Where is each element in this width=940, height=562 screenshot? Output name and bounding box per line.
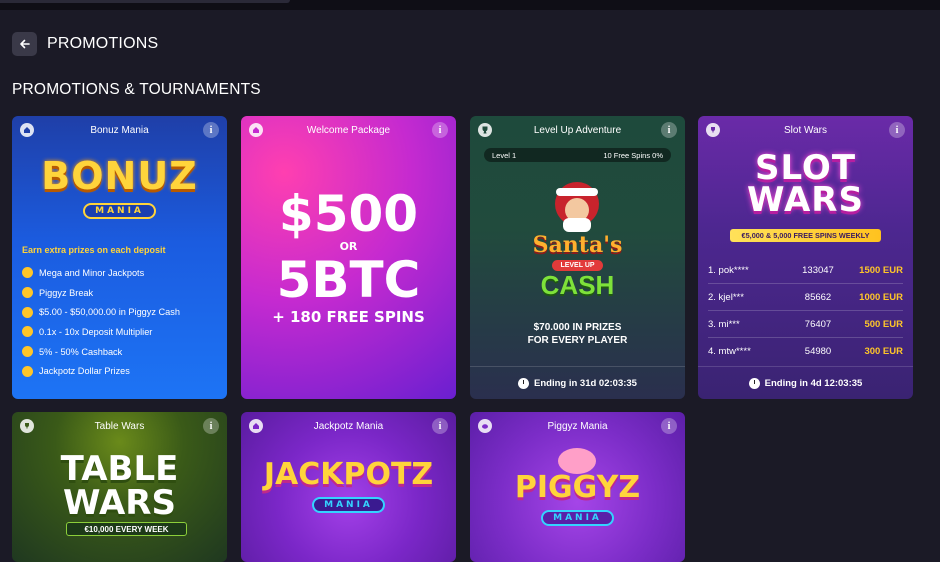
card-title: Welcome Package (306, 125, 391, 136)
card-title: Jackpotz Mania (313, 421, 384, 432)
slot-wars-logo: SLOT WARS (747, 148, 864, 220)
level-label: Level 1 (492, 150, 517, 160)
card-header: Bonuz Mania i (12, 116, 227, 144)
slot-wars-subtitle: €5,000 & 5,000 FREE SPINS WEEKLY (730, 229, 881, 242)
promo-card-welcome-package[interactable]: Welcome Package i $500 OR 5BTC + 180 FRE… (241, 116, 456, 399)
list-item: 0.1x - 10x Deposit Multiplier (22, 322, 180, 342)
card-title: Bonuz Mania (90, 125, 149, 136)
trophy-icon (22, 365, 33, 377)
card-header: Slot Wars i (698, 116, 913, 144)
table-row: 2. kjel*** 85662 1000 EUR (708, 284, 903, 311)
ending-timer: Ending in 31d 02:03:35 (470, 378, 685, 389)
card-header: Piggyz Mania i (470, 412, 685, 440)
divider (698, 366, 913, 367)
spins-progress: 10 Free Spins 0% (603, 150, 663, 160)
list-item: Mega and Minor Jackpots (22, 263, 180, 283)
promo-card-level-up-adventure[interactable]: Level Up Adventure i Level 1 10 Free Spi… (470, 116, 685, 399)
table-row: 3. mi*** 76407 500 EUR (708, 311, 903, 338)
piggy-icon (22, 287, 33, 299)
promo-card-piggyz-mania[interactable]: Piggyz Mania i PIGGYZ MANIA (470, 412, 685, 562)
card-header: Welcome Package i (241, 116, 456, 144)
logo-ribbon: MANIA (83, 203, 156, 219)
cash-icon (22, 306, 33, 318)
divider (470, 366, 685, 367)
list-item: Jackpotz Dollar Prizes (22, 361, 180, 381)
card-header: Table Wars i (12, 412, 227, 440)
offer-amount: $500 OR 5BTC + 180 FREE SPINS (272, 185, 425, 326)
feature-list: Mega and Minor Jackpots Piggyz Break $5.… (22, 263, 180, 381)
promo-card-table-wars[interactable]: Table Wars i TABLE WARS €10,000 EVERY WE… (12, 412, 227, 562)
info-icon[interactable]: i (889, 122, 905, 138)
level-progress-bar: Level 1 10 Free Spins 0% (484, 148, 671, 162)
card-title: Piggyz Mania (547, 421, 608, 432)
table-row: 1. pok**** 133047 1500 EUR (708, 257, 903, 284)
promo-card-bonuz-mania[interactable]: Bonuz Mania i BONUZ MANIA Earn extra pri… (12, 116, 227, 399)
info-icon[interactable]: i (432, 122, 448, 138)
jackpotz-logo: JACKPOTZ MANIA (241, 457, 456, 513)
ending-timer: Ending in 4d 12:03:35 (698, 378, 913, 389)
info-icon[interactable]: i (203, 418, 219, 434)
card-title: Table Wars (94, 421, 145, 432)
top-bar-segment (0, 0, 290, 3)
jackpot-icon (22, 267, 33, 279)
page-header: PROMOTIONS (12, 32, 158, 56)
list-item: Piggyz Break (22, 283, 180, 303)
card-header: Jackpotz Mania i (241, 412, 456, 440)
info-icon[interactable]: i (432, 418, 448, 434)
top-bar (0, 0, 940, 10)
earn-text: Earn extra prizes on each deposit (22, 245, 166, 255)
page-title: PROMOTIONS (47, 35, 159, 52)
logo-text: BONUZ (41, 154, 198, 198)
leaderboard: 1. pok**** 133047 1500 EUR 2. kjel*** 85… (708, 257, 903, 365)
section-title: PROMOTIONS & TOURNAMENTS (12, 81, 261, 98)
arrow-left-icon (19, 39, 30, 49)
list-item: 5% - 50% Cashback (22, 342, 180, 362)
back-button[interactable] (12, 32, 37, 56)
game-title-1: Santa's (532, 232, 623, 258)
game-title-2: CASH (540, 270, 615, 300)
prize-text: $70.000 IN PRIZES FOR EVERY PLAYER (527, 322, 628, 346)
card-title: Slot Wars (784, 125, 827, 136)
piggyz-logo: PIGGYZ MANIA (470, 470, 685, 526)
promo-card-slot-wars[interactable]: Slot Wars i SLOT WARS €5,000 & 5,000 FRE… (698, 116, 913, 399)
promo-card-jackpotz-mania[interactable]: Jackpotz Mania i JACKPOTZ MANIA (241, 412, 456, 562)
table-wars-logo: TABLE WARS (60, 449, 179, 523)
table-wars-subtitle: €10,000 EVERY WEEK (66, 522, 187, 536)
card-title: Level Up Adventure (533, 125, 622, 136)
info-icon[interactable]: i (661, 418, 677, 434)
clock-icon (518, 378, 530, 389)
list-item: $5.00 - $50,000.00 in Piggyz Cash (22, 302, 180, 322)
bonuz-logo: BONUZ MANIA (12, 154, 227, 219)
info-icon[interactable]: i (203, 122, 219, 138)
info-icon[interactable]: i (661, 122, 677, 138)
clock-icon (748, 378, 760, 389)
multiplier-icon (22, 326, 33, 338)
santas-cash-logo: Santa's LEVEL UP CASH (516, 174, 639, 300)
table-row: 4. mtw**** 54980 300 EUR (708, 346, 903, 357)
cashback-icon (22, 346, 33, 358)
card-header: Level Up Adventure i (470, 116, 685, 144)
